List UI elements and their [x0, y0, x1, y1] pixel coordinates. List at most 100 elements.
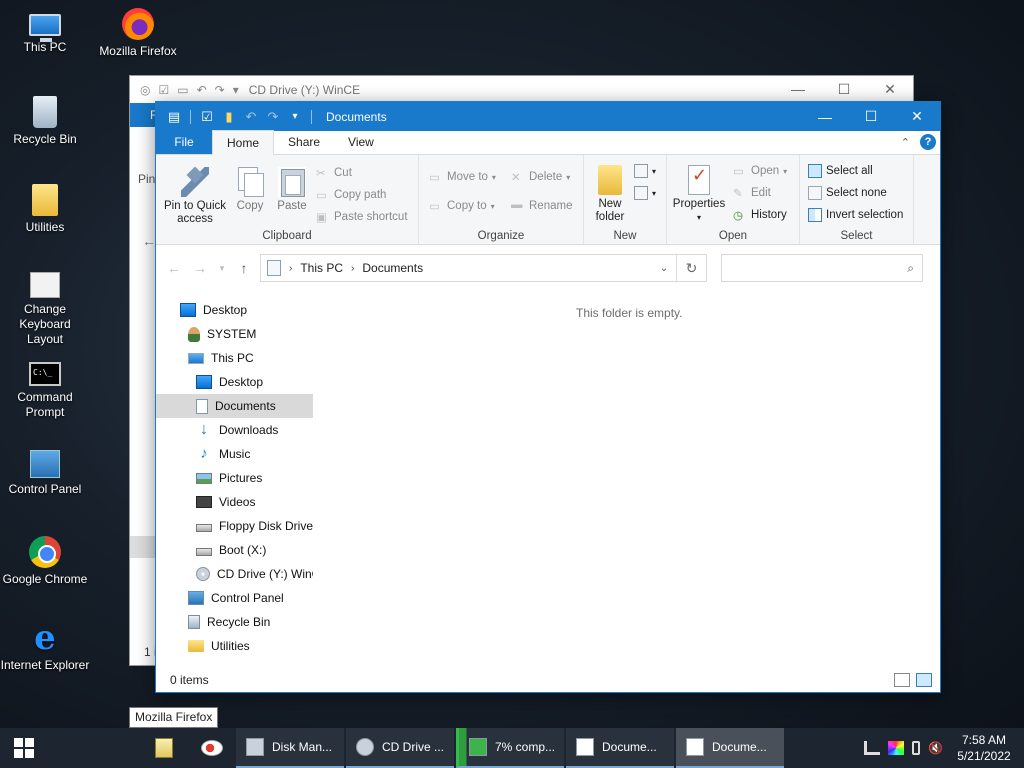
background-window-title: CD Drive (Y:) WinCE	[248, 82, 361, 97]
taskbar-pinned-app[interactable]	[188, 728, 236, 768]
button-label: Cut	[334, 167, 352, 179]
address-dropdown-icon[interactable]: ⌄	[652, 263, 676, 274]
recent-locations-button[interactable]: ▾	[216, 263, 228, 274]
invert-selection-button[interactable]: Invert selection	[808, 205, 903, 225]
taskbar-clock[interactable]: 7:58 AM 5/21/2022	[952, 732, 1016, 764]
move-to-button[interactable]: ▭ Move to ▾	[429, 167, 496, 187]
new-folder-button[interactable]: New folder	[588, 165, 632, 224]
start-button[interactable]	[0, 728, 48, 768]
tree-item-desktop[interactable]: Desktop	[196, 370, 316, 394]
usb-icon[interactable]	[912, 741, 920, 755]
background-file-tab[interactable]: F	[130, 103, 157, 127]
taskbar-task-copy-progress[interactable]: 7% comp...	[456, 728, 564, 768]
history-button[interactable]: ◷ History	[733, 205, 787, 225]
breadcrumb-this-pc[interactable]: This PC	[300, 261, 343, 275]
rename-button[interactable]: ▬ Rename	[511, 196, 572, 216]
search-box[interactable]: ⌕	[721, 254, 923, 282]
taskbar-task-cd-drive[interactable]: CD Drive ...	[346, 728, 454, 768]
desktop-icon-utilities[interactable]: Utilities	[0, 184, 90, 235]
minimize-button[interactable]: —	[802, 102, 848, 131]
breadcrumb-separator[interactable]: ›	[351, 263, 354, 274]
properties-icon[interactable]: ☑	[199, 109, 215, 125]
forward-button[interactable]: →	[190, 260, 210, 276]
copy-to-button[interactable]: ▭ Copy to ▾	[429, 196, 495, 216]
network-icon[interactable]	[864, 741, 880, 755]
tree-item-videos[interactable]: Videos	[196, 490, 316, 514]
tree-item-boot-drive[interactable]: Boot (X:)	[196, 538, 316, 562]
select-none-button[interactable]: Select none	[808, 183, 887, 203]
taskbar-pinned-app[interactable]	[140, 728, 188, 768]
help-button[interactable]: ?	[920, 134, 936, 150]
tree-item-recycle-bin[interactable]: Recycle Bin	[188, 610, 316, 634]
tab-view[interactable]: View	[334, 130, 388, 154]
desktop-icon-internet-explorer[interactable]: e Internet Explorer	[0, 621, 90, 673]
desktop-icon-change-keyboard-layout[interactable]: Change Keyboard Layout	[0, 272, 90, 347]
undo-icon[interactable]: ↶	[243, 109, 259, 125]
tree-item-floppy-disk-drive[interactable]: Floppy Disk Drive	[196, 514, 316, 538]
taskbar-task-disk-management[interactable]: Disk Man...	[236, 728, 344, 768]
desktop-icon-google-chrome[interactable]: Google Chrome	[0, 536, 90, 587]
open-button[interactable]: ▭ Open ▾	[733, 161, 787, 181]
titlebar[interactable]: ▤ ☑ ▮ ↶ ↷ ▾ Documents — ☐ ✕	[156, 102, 940, 131]
computer-icon	[188, 352, 204, 364]
delete-button[interactable]: ✕ Delete ▾	[511, 167, 570, 187]
tab-file[interactable]: File	[156, 130, 212, 154]
desktop-icon-control-panel[interactable]: Control Panel	[0, 450, 90, 497]
collapse-ribbon-icon[interactable]: ⌃	[901, 136, 910, 149]
breadcrumb-documents[interactable]: Documents	[362, 261, 423, 275]
desktop-icon-label: This PC	[23, 40, 67, 54]
desktop-icon-firefox[interactable]: Mozilla Firefox	[93, 8, 183, 59]
refresh-button[interactable]: ↻	[677, 254, 707, 282]
tree-item-downloads[interactable]: ↓ Downloads	[196, 418, 316, 442]
close-icon[interactable]: ✕	[867, 81, 913, 98]
volume-muted-icon[interactable]: 🔇	[928, 741, 944, 755]
edit-button[interactable]: ✎ Edit	[733, 183, 771, 203]
taskbar-task-documents[interactable]: Docume...	[566, 728, 674, 768]
minimize-icon[interactable]: —	[775, 81, 821, 98]
close-button[interactable]: ✕	[894, 102, 940, 131]
details-view-icon[interactable]	[894, 673, 910, 687]
redo-icon[interactable]: ↷	[265, 109, 281, 125]
copy-button[interactable]: Copy	[232, 167, 268, 213]
background-window-titlebar[interactable]: ◎ ☑ ▭ ↶ ↷ ▾ CD Drive (Y:) WinCE — ☐ ✕	[130, 76, 913, 103]
new-item-button[interactable]: ▾	[634, 161, 656, 181]
cut-button[interactable]: ✂ Cut	[316, 163, 352, 183]
address-bar[interactable]: › This PC › Documents ⌄	[260, 254, 677, 282]
breadcrumb-separator[interactable]: ›	[289, 263, 292, 274]
easy-access-button[interactable]: ▾	[634, 183, 656, 203]
ribbon: Pin to Quick access Copy Paste ✂ Cut ▭ C…	[156, 155, 940, 245]
clock-date: 5/21/2022	[957, 749, 1011, 763]
back-arrow-icon[interactable]: ←	[142, 233, 156, 249]
tab-home[interactable]: Home	[212, 130, 275, 155]
tab-share[interactable]: Share	[274, 130, 334, 154]
tree-item-documents[interactable]: Documents	[156, 394, 313, 418]
large-icons-view-icon[interactable]	[916, 673, 932, 687]
paste-button[interactable]: Paste	[274, 167, 310, 213]
tree-item-music[interactable]: ♪ Music	[196, 442, 316, 466]
copy-path-button[interactable]: ▭ Copy path	[316, 185, 386, 205]
tree-item-control-panel[interactable]: Control Panel	[188, 586, 316, 610]
desktop-icon-this-pc[interactable]: This PC	[0, 8, 90, 55]
file-list-area[interactable]: This folder is empty.	[316, 300, 940, 660]
tree-item-utilities[interactable]: Utilities	[188, 634, 316, 658]
new-folder-icon[interactable]: ▮	[221, 109, 237, 125]
select-all-button[interactable]: Select all	[808, 161, 873, 181]
tree-item-cd-drive[interactable]: CD Drive (Y:) WinC	[196, 562, 313, 586]
paste-shortcut-button[interactable]: ▣ Paste shortcut	[316, 207, 408, 227]
desktop-icon-command-prompt[interactable]: C:\_ Command Prompt	[0, 362, 90, 420]
pin-to-quick-access-button[interactable]: Pin to Quick access	[162, 167, 228, 226]
display-color-icon[interactable]	[888, 741, 904, 755]
maximize-button[interactable]: ☐	[848, 102, 894, 131]
chevron-down-icon[interactable]: ▾	[287, 109, 303, 125]
tree-item-desktop-root[interactable]: Desktop	[180, 298, 316, 322]
up-button[interactable]: ↑	[234, 260, 254, 276]
back-button[interactable]: ←	[164, 260, 184, 276]
tree-item-this-pc[interactable]: This PC	[188, 346, 316, 370]
maximize-icon[interactable]: ☐	[821, 81, 867, 98]
desktop-icon-recycle-bin[interactable]: Recycle Bin	[0, 96, 90, 147]
taskbar-task-documents-active[interactable]: Docume...	[676, 728, 784, 768]
tree-item-system[interactable]: SYSTEM	[188, 322, 316, 346]
properties-button[interactable]: Properties ▾	[671, 165, 727, 224]
tree-item-pictures[interactable]: Pictures	[196, 466, 316, 490]
explorer-window[interactable]: ▤ ☑ ▮ ↶ ↷ ▾ Documents — ☐ ✕ File Home Sh…	[155, 101, 941, 693]
